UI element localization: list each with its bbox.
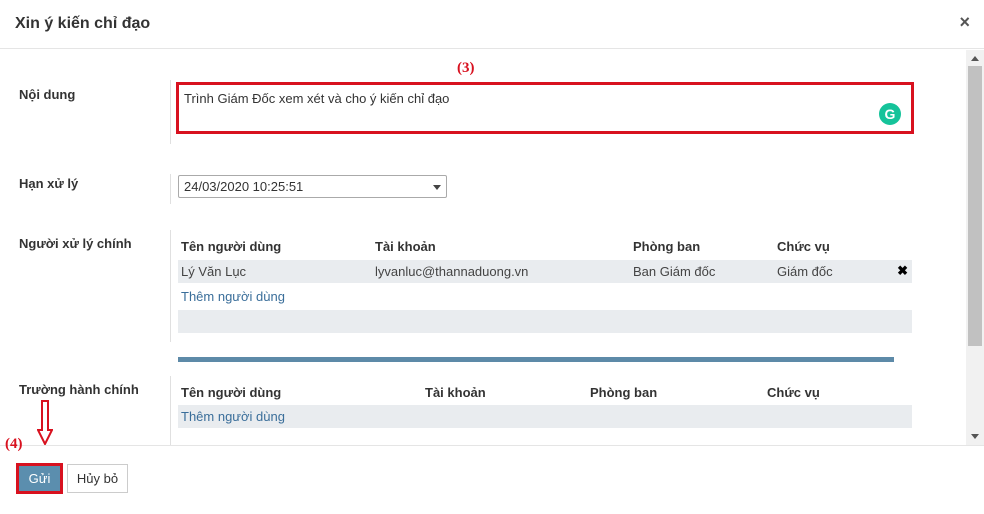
admin-label: Trường hành chính bbox=[19, 382, 139, 397]
admin-header-department: Phòng ban bbox=[590, 385, 658, 400]
admin-row: Thêm người dùng bbox=[178, 405, 912, 428]
step-4-annotation: (4) bbox=[5, 436, 23, 452]
admin-header-account: Tài khoản bbox=[425, 385, 486, 400]
main-handler-label: Người xử lý chính bbox=[19, 236, 132, 251]
table-row: Lý Văn Lục lyvanluc@thannaduong.vn Ban G… bbox=[178, 260, 912, 283]
scroll-down-icon[interactable] bbox=[971, 434, 979, 439]
arrow-down-icon bbox=[37, 400, 53, 446]
content-divider bbox=[170, 80, 171, 144]
deadline-value: 24/03/2020 10:25:51 bbox=[184, 179, 304, 194]
row-account: lyvanluc@thannaduong.vn bbox=[375, 264, 529, 279]
main-header-department: Phòng ban bbox=[633, 239, 701, 254]
main-header-position: Chức vụ bbox=[777, 239, 830, 254]
chevron-down-icon bbox=[433, 185, 441, 190]
scrollbar-thumb[interactable] bbox=[968, 66, 982, 346]
close-icon[interactable]: × bbox=[959, 12, 970, 33]
content-label: Nội dung bbox=[19, 87, 76, 102]
dialog-title: Xin ý kiến chỉ đạo bbox=[15, 15, 151, 32]
main-header-account: Tài khoản bbox=[375, 239, 436, 254]
row-position: Giám đốc bbox=[777, 264, 833, 279]
send-button[interactable]: Gửi bbox=[16, 463, 63, 494]
admin-header-position: Chức vụ bbox=[767, 385, 820, 400]
main-handler-divider bbox=[170, 230, 171, 342]
content-textarea[interactable]: Trình Giám Đốc xem xét và cho ý kiến chỉ… bbox=[176, 82, 914, 134]
deadline-label: Hạn xử lý bbox=[19, 176, 79, 191]
add-user-link-admin[interactable]: Thêm người dùng bbox=[181, 409, 285, 424]
remove-icon[interactable]: ✖ bbox=[897, 263, 908, 279]
content-value: Trình Giám Đốc xem xét và cho ý kiến chỉ… bbox=[184, 91, 450, 106]
main-empty-row bbox=[178, 310, 912, 333]
step-3-annotation: (3) bbox=[457, 60, 475, 76]
row-name: Lý Văn Lục bbox=[181, 264, 247, 279]
scrollbar[interactable] bbox=[966, 50, 984, 445]
add-user-link-main[interactable]: Thêm người dùng bbox=[181, 289, 285, 304]
admin-header-name: Tên người dùng bbox=[181, 385, 282, 400]
section-divider bbox=[178, 357, 894, 362]
admin-divider bbox=[170, 376, 171, 445]
dialog-footer: (4) Gửi Hủy bỏ bbox=[0, 436, 984, 514]
dialog-header: Xin ý kiến chỉ đạo × bbox=[0, 0, 984, 49]
row-department: Ban Giám đốc bbox=[633, 264, 716, 279]
cancel-button[interactable]: Hủy bỏ bbox=[67, 464, 128, 493]
scroll-up-icon[interactable] bbox=[971, 56, 979, 61]
deadline-divider bbox=[170, 174, 171, 204]
grammarly-icon[interactable]: G bbox=[879, 103, 901, 125]
main-header-name: Tên người dùng bbox=[181, 239, 282, 254]
deadline-select[interactable]: 24/03/2020 10:25:51 bbox=[178, 175, 447, 198]
dialog-body: (3) Nội dung Trình Giám Đốc xem xét và c… bbox=[0, 50, 966, 445]
